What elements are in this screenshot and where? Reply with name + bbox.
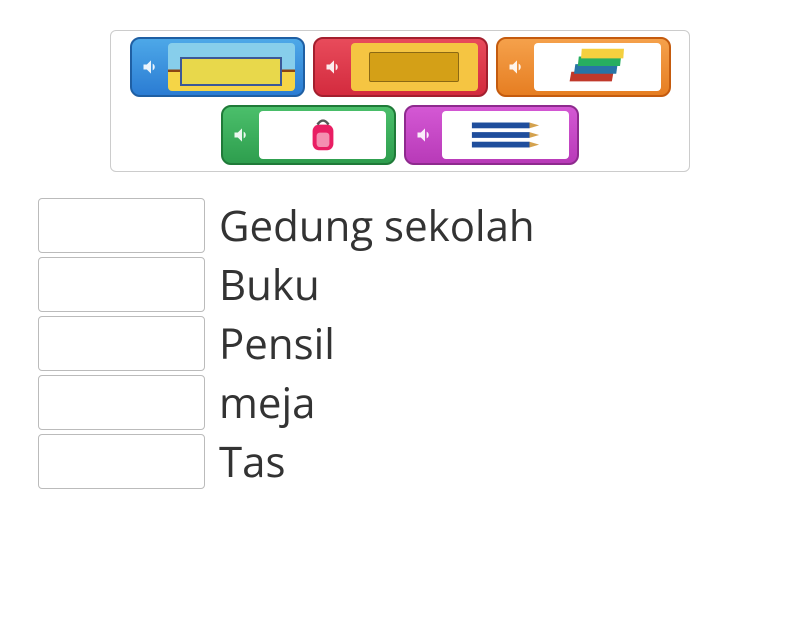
card-backpack[interactable] bbox=[221, 105, 396, 165]
answer-label: meja bbox=[219, 374, 315, 431]
answer-row: Pensil bbox=[38, 315, 800, 372]
drop-zone-buku[interactable] bbox=[38, 257, 205, 312]
speaker-icon[interactable] bbox=[140, 56, 162, 78]
drop-zone-meja[interactable] bbox=[38, 375, 205, 430]
card-pencils[interactable] bbox=[404, 105, 579, 165]
answer-label: Pensil bbox=[219, 315, 335, 372]
card-desk[interactable] bbox=[313, 37, 488, 97]
answer-row: Gedung sekolah bbox=[38, 197, 800, 254]
answer-row: Buku bbox=[38, 256, 800, 313]
answer-label: Buku bbox=[219, 256, 320, 313]
card-school[interactable] bbox=[130, 37, 305, 97]
answer-list: Gedung sekolah Buku Pensil meja Tas bbox=[0, 197, 800, 490]
desk-image bbox=[351, 43, 478, 91]
speaker-icon[interactable] bbox=[506, 56, 528, 78]
card-books[interactable] bbox=[496, 37, 671, 97]
answer-label: Gedung sekolah bbox=[219, 197, 535, 254]
school-building-image bbox=[168, 43, 295, 91]
speaker-icon[interactable] bbox=[231, 124, 253, 146]
speaker-icon[interactable] bbox=[414, 124, 436, 146]
answer-row: Tas bbox=[38, 433, 800, 490]
books-image bbox=[534, 43, 661, 91]
drop-zone-tas[interactable] bbox=[38, 434, 205, 489]
card-tray bbox=[110, 30, 690, 172]
pencils-image bbox=[442, 111, 569, 159]
speaker-icon[interactable] bbox=[323, 56, 345, 78]
drop-zone-gedung-sekolah[interactable] bbox=[38, 198, 205, 253]
answer-label: Tas bbox=[219, 433, 286, 490]
drop-zone-pensil[interactable] bbox=[38, 316, 205, 371]
answer-row: meja bbox=[38, 374, 800, 431]
backpack-image bbox=[259, 111, 386, 159]
